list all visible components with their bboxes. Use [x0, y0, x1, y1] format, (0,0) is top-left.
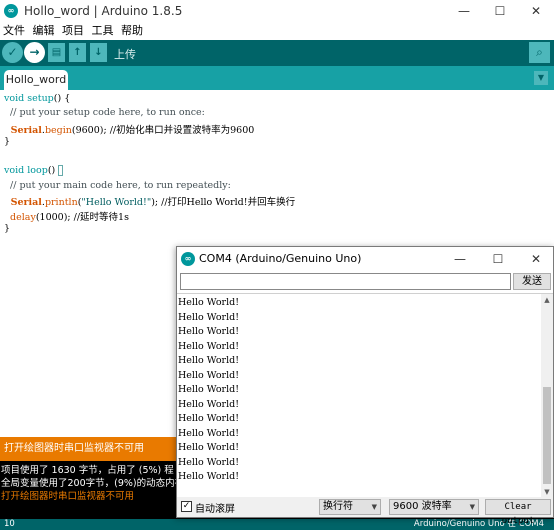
autoscroll-label: 自动滚屏: [195, 504, 235, 515]
autoscroll-checkbox[interactable]: ✓: [181, 501, 192, 512]
serial-output-line: Hello World!: [178, 442, 240, 453]
serial-output-line: Hello World!: [178, 471, 240, 482]
open-sketch-button[interactable]: ↑: [69, 43, 86, 62]
vertical-scrollbar[interactable]: ▲ ▼: [541, 294, 553, 497]
code-token: "Hello World!": [81, 197, 152, 208]
chevron-down-icon: ▼: [469, 503, 475, 511]
serial-title-bar: ∞ COM4 (Arduino/Genuino Uno) — ☐ ✕: [177, 247, 553, 271]
code-token: (9600); //初始化串口并设置波特率为9600: [71, 125, 255, 136]
tab-bar: Hollo_word ▼: [0, 66, 554, 90]
tab-menu-icon[interactable]: ▼: [534, 71, 548, 85]
upload-button[interactable]: →: [24, 42, 45, 63]
title-bar: ∞ Hollo_word | Arduino 1.8.5 — ☐ ✕: [0, 0, 554, 22]
code-line: // put your main code here, to run repea…: [4, 180, 231, 191]
serial-output-area[interactable]: Hello World! Hello World! Hello World! H…: [177, 293, 553, 497]
scrollbar-thumb[interactable]: [543, 387, 551, 484]
code-line: void setup() {: [4, 93, 70, 104]
line-number: 10: [4, 519, 15, 529]
code-line: // put your setup code here, to run once…: [4, 107, 205, 118]
code-line: Serial.begin(9600); //初始化串口并设置波特率为9600: [4, 122, 255, 136]
code-token: void: [4, 93, 25, 104]
serial-output-line: Hello World!: [178, 326, 240, 337]
serial-minimize-button[interactable]: —: [445, 248, 475, 270]
code-token: begin: [44, 125, 72, 136]
tab-hollo-word[interactable]: Hollo_word: [4, 70, 68, 90]
code-token: println: [44, 197, 78, 208]
menu-edit[interactable]: 编辑: [31, 22, 57, 40]
text-cursor: [58, 165, 64, 176]
code-token: delay: [4, 212, 36, 223]
baud-rate-select[interactable]: 9600 波特率 ▼: [389, 499, 479, 515]
serial-output-line: Hello World!: [178, 297, 240, 308]
line-ending-select[interactable]: 换行符 ▼: [319, 499, 381, 515]
serial-output-line: Hello World!: [178, 428, 240, 439]
serial-monitor-window: ∞ COM4 (Arduino/Genuino Uno) — ☐ ✕ 发送 He…: [176, 246, 554, 526]
serial-output-line: Hello World!: [178, 399, 240, 410]
toolbar-hover-label: 上传: [114, 48, 136, 61]
code-token: void: [4, 165, 25, 176]
send-button[interactable]: 发送: [513, 273, 551, 290]
console-line: 项目使用了 1630 字节，占用了 (5%) 程: [1, 465, 174, 476]
code-token: ); //打印Hello World!并回车换行: [151, 197, 296, 208]
serial-output-line: Hello World!: [178, 341, 240, 352]
serial-monitor-button[interactable]: ⌕: [529, 42, 550, 63]
serial-output-line: Hello World!: [178, 355, 240, 366]
serial-output-line: Hello World!: [178, 384, 240, 395]
line-ending-value: 换行符: [323, 501, 353, 512]
code-token: Serial: [4, 125, 42, 136]
serial-close-button[interactable]: ✕: [521, 248, 551, 270]
menu-tools[interactable]: 工具: [90, 22, 116, 40]
console-line: 全局变量使用了200字节，(9%)的动态内存: [1, 478, 185, 489]
serial-send-input[interactable]: [180, 273, 511, 290]
code-line: delay(1000); //延时等待1s: [4, 209, 129, 223]
serial-maximize-button[interactable]: ☐: [483, 248, 513, 270]
toolbar: ✓ → ▤ ↑ ↓ 上传 ⌕: [0, 40, 554, 66]
serial-footer: ✓ 自动滚屏 换行符 ▼ 9600 波特率 ▼ Clear output: [177, 497, 553, 526]
serial-output-line: Hello World!: [178, 312, 240, 323]
baud-rate-value: 9600 波特率: [393, 501, 452, 512]
maximize-button[interactable]: ☐: [482, 0, 518, 22]
arduino-logo-icon: ∞: [4, 4, 18, 18]
bottom-status-bar: 10 Arduino/Genuino Uno 在 COM4: [0, 519, 554, 530]
new-sketch-button[interactable]: ▤: [48, 43, 65, 62]
code-token: () {: [53, 93, 71, 104]
window-title: Hollo_word | Arduino 1.8.5: [24, 4, 183, 18]
console-error-line: 打开绘图器时串口监视器不可用: [1, 491, 135, 502]
code-token: (): [47, 165, 59, 176]
scroll-down-arrow-icon[interactable]: ▼: [541, 486, 553, 497]
code-token: loop: [27, 165, 48, 176]
menu-file[interactable]: 文件: [1, 22, 27, 40]
serial-window-title: COM4 (Arduino/Genuino Uno): [199, 252, 362, 265]
arduino-logo-icon: ∞: [181, 252, 195, 266]
code-line: Serial.println("Hello World!"); //打印Hell…: [4, 194, 295, 208]
menu-help[interactable]: 帮助: [119, 22, 145, 40]
code-token: setup: [27, 93, 54, 104]
clear-output-button[interactable]: Clear output: [485, 499, 551, 526]
code-line: }: [4, 136, 11, 147]
code-line: void loop(): [4, 165, 64, 176]
minimize-button[interactable]: —: [446, 0, 482, 22]
menu-bar: 文件 编辑 项目 工具 帮助: [0, 22, 554, 40]
close-button[interactable]: ✕: [518, 0, 554, 22]
serial-output-line: Hello World!: [178, 413, 240, 424]
save-sketch-button[interactable]: ↓: [90, 43, 107, 62]
code-token: Serial: [4, 197, 42, 208]
verify-button[interactable]: ✓: [2, 42, 23, 63]
code-token: (1000); //延时等待1s: [35, 212, 129, 223]
code-line: }: [4, 223, 11, 234]
scroll-up-arrow-icon[interactable]: ▲: [541, 294, 553, 306]
serial-output-line: Hello World!: [178, 457, 240, 468]
serial-output-line: Hello World!: [178, 370, 240, 381]
chevron-down-icon: ▼: [371, 503, 377, 511]
menu-sketch[interactable]: 项目: [60, 22, 86, 40]
